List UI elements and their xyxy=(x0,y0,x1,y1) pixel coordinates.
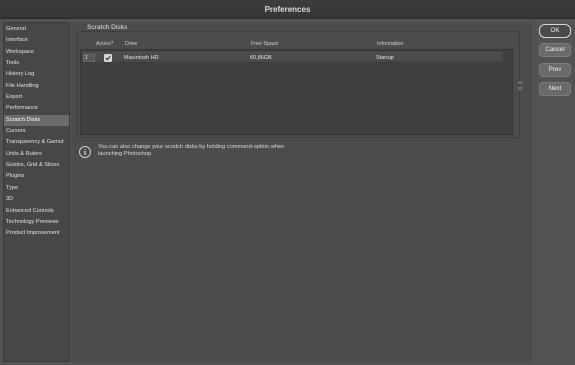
reorder-arrows xyxy=(516,80,524,100)
checkmark-icon xyxy=(105,55,111,61)
column-header-active: Active? xyxy=(96,41,114,47)
preferences-window: General Interface Workspace Tools Histor… xyxy=(0,19,575,365)
column-header-drive: Drive xyxy=(125,41,138,47)
drive-cell: Macintosh HD xyxy=(124,55,159,61)
section-title: Scratch Disks xyxy=(87,24,128,31)
sidebar-item-guides-grid-slices[interactable]: Guides, Grid & Slices xyxy=(4,160,69,171)
sidebar-item-technology-previews[interactable]: Technology Previews xyxy=(4,217,69,228)
sidebar-item-transparency-gamut[interactable]: Transparency & Gamut xyxy=(4,137,69,148)
info-text-line-2: launching Photoshop. xyxy=(98,151,153,158)
window-title: Preferences xyxy=(264,5,311,14)
prev-button[interactable]: Prev xyxy=(539,63,571,77)
sidebar-item-units-rulers[interactable]: Units & Rulers xyxy=(4,149,69,160)
sidebar-item-scratch-disks[interactable]: Scratch Disks xyxy=(4,114,69,127)
table-row[interactable]: 1 Macintosh HD 60,86GB Startup xyxy=(82,52,502,63)
sidebar-item-tools[interactable]: Tools xyxy=(4,58,69,69)
sidebar-item-product-improvement[interactable]: Product Improvement xyxy=(4,228,69,239)
info-text: You can also change your scratch disks b… xyxy=(98,144,378,159)
sidebar: General Interface Workspace Tools Histor… xyxy=(3,22,70,362)
sidebar-item-interface[interactable]: Interface xyxy=(4,35,69,46)
cancel-button[interactable]: Cancel xyxy=(539,43,571,57)
row-index: 1 xyxy=(83,54,95,62)
sidebar-item-general[interactable]: General xyxy=(4,24,69,35)
sidebar-item-3d[interactable]: 3D xyxy=(4,194,69,205)
sidebar-item-plugins[interactable]: Plugins xyxy=(4,171,69,182)
sidebar-item-type[interactable]: Type xyxy=(4,183,69,194)
free-space-cell: 60,86GB xyxy=(250,55,272,61)
column-header-free-space: Free Space xyxy=(251,41,279,47)
next-button[interactable]: Next xyxy=(539,82,571,96)
sidebar-item-performance[interactable]: Performance xyxy=(4,103,69,114)
move-down-icon[interactable] xyxy=(517,87,523,91)
sidebar-item-export[interactable]: Export xyxy=(4,92,69,103)
ok-button[interactable]: OK xyxy=(539,24,571,38)
content-panel: Scratch Disks Active? Drive Free Space I… xyxy=(71,22,532,362)
sidebar-item-file-handling[interactable]: File Handling xyxy=(4,81,69,92)
title-bar: Preferences xyxy=(0,0,575,19)
sidebar-item-workspace[interactable]: Workspace xyxy=(4,47,69,58)
information-cell: Startup xyxy=(376,55,394,61)
sidebar-list: General Interface Workspace Tools Histor… xyxy=(4,23,69,240)
info-icon: i xyxy=(79,146,91,158)
move-up-icon[interactable] xyxy=(517,80,523,84)
info-text-line-1: You can also change your scratch disks b… xyxy=(98,144,285,150)
sidebar-item-history-log[interactable]: History Log xyxy=(4,69,69,80)
scratch-disks-table: Active? Drive Free Space Information 1 M… xyxy=(80,41,513,135)
table-header: Active? Drive Free Space Information xyxy=(81,40,514,50)
info-note: i You can also change your scratch disks… xyxy=(79,144,379,164)
column-header-information: Information xyxy=(377,41,404,47)
sidebar-item-enhanced-controls[interactable]: Enhanced Controls xyxy=(4,206,69,217)
sidebar-item-cursors[interactable]: Cursors xyxy=(4,126,69,137)
active-checkbox[interactable] xyxy=(104,54,112,62)
